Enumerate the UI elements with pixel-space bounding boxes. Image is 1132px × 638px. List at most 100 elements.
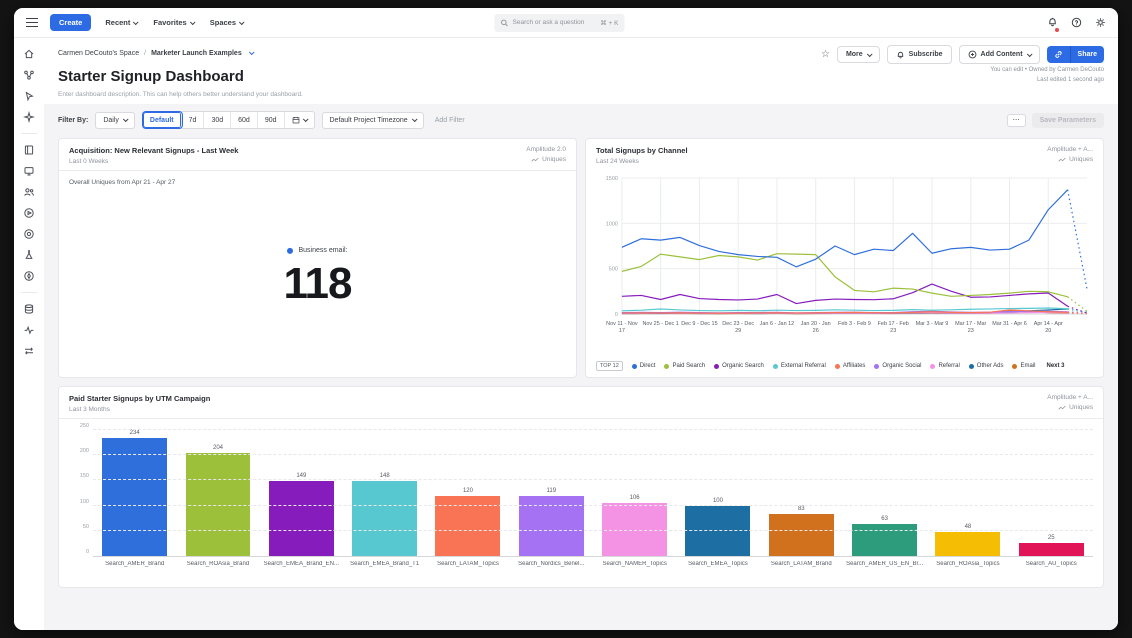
y-axis-tick-label: 1000 [606, 221, 618, 227]
cursor-click-icon[interactable] [23, 90, 35, 102]
x-axis-tick-label: Dec 9 - Dec 15 [681, 321, 717, 327]
favorite-star-icon[interactable]: ☆ [821, 49, 830, 60]
bar-slot: 149 [260, 419, 343, 556]
legend-item-referral[interactable]: Referral [930, 363, 959, 369]
legend-next-button[interactable]: Next 3 [1047, 363, 1065, 369]
legend-dot [969, 364, 974, 369]
home-icon[interactable] [23, 48, 35, 60]
custom-date-range-button[interactable] [285, 112, 314, 128]
flow-icon[interactable] [23, 345, 35, 357]
legend-item-direct[interactable]: Direct [632, 363, 656, 369]
favorites-menu[interactable]: Favorites [153, 18, 193, 27]
sparkle-icon[interactable] [23, 111, 35, 123]
legend-item-email[interactable]: Email [1012, 363, 1035, 369]
dashboard-description-input[interactable]: Enter dashboard description. This can he… [58, 91, 821, 98]
bar-Search_ROAsia_Topics[interactable] [935, 532, 1000, 556]
sitemap-icon[interactable] [23, 69, 35, 81]
search-input[interactable]: Search or ask a question ⌘ + K [495, 14, 625, 32]
filter-overflow-button[interactable]: ⋯ [1007, 114, 1026, 127]
favorites-menu-label: Favorites [153, 18, 186, 27]
x-axis-category-label: Search_ROAsia_Topics [926, 561, 1009, 567]
donut-icon[interactable] [23, 228, 35, 240]
kpi-card[interactable]: Acquisition: New Relevant Signups - Last… [58, 138, 577, 378]
recent-menu[interactable]: Recent [105, 18, 137, 27]
x-axis-tick-label: Mar 17 - Mar23 [955, 321, 986, 334]
y-axis-tick-label: 50 [67, 524, 89, 530]
chevron-down-icon [1026, 51, 1032, 57]
search-shortcut: ⌘ + K [600, 19, 618, 27]
bar-card-title: Paid Starter Signups by UTM Campaign [69, 394, 210, 403]
help-icon[interactable] [1071, 17, 1082, 28]
kpi-card-body: Overall Uniques from Apr 21 - Apr 27 Bus… [59, 171, 576, 377]
kpi-card-title: Acquisition: New Relevant Signups - Last… [69, 146, 238, 155]
kpi-series-label: Business email: [298, 247, 347, 254]
interval-value: Daily [103, 117, 119, 124]
interval-dropdown[interactable]: Daily [95, 112, 135, 129]
bar-Search_EMEA_Brand_EN...[interactable] [269, 481, 334, 556]
subscribe-button[interactable]: Subscribe [887, 45, 952, 64]
legend-item-organic-social[interactable]: Organic Social [874, 363, 921, 369]
line-card-subtitle: Last 24 Weeks [596, 158, 688, 165]
create-button[interactable]: Create [50, 14, 91, 31]
bar-slot: 119 [510, 419, 593, 556]
legend-item-organic-search[interactable]: Organic Search [714, 363, 764, 369]
line-series-direct[interactable] [622, 190, 1068, 267]
save-parameters-button[interactable]: Save Parameters [1032, 113, 1104, 128]
y-axis-tick-label: 0 [67, 549, 89, 555]
more-button[interactable]: More [837, 46, 880, 63]
line-series-paid-search[interactable] [622, 254, 1068, 297]
x-axis-tick-label: Mar 3 - Mar 9 [916, 321, 949, 327]
line-series-organic-search[interactable] [622, 284, 1068, 306]
line-chart-card[interactable]: Total Signups by Channel Last 24 Weeks A… [585, 138, 1104, 378]
range-option-60d[interactable]: 60d [231, 112, 258, 128]
line-chart: 050010001500Nov 11 - Nov17Nov 25 - Dec 1… [596, 172, 1093, 350]
range-option-90d[interactable]: 90d [258, 112, 285, 128]
compass-icon[interactable] [23, 270, 35, 282]
bar-chart-card[interactable]: Paid Starter Signups by UTM Campaign Las… [58, 386, 1104, 588]
spaces-menu-label: Spaces [210, 18, 236, 27]
range-option-default[interactable]: Default [143, 112, 182, 128]
breadcrumb-chevron-icon[interactable] [249, 49, 255, 55]
breadcrumb-space[interactable]: Carmen DeCouto's Space [58, 50, 139, 57]
pulse-icon[interactable] [23, 324, 35, 336]
users-icon[interactable] [23, 186, 35, 198]
legend-label: Affiliates [843, 363, 866, 369]
flask-icon[interactable] [23, 249, 35, 261]
filter-bar: Filter By: Daily Default7d30d60d90d Defa… [58, 111, 1104, 129]
notebook-icon[interactable] [23, 144, 35, 156]
y-axis-tick-label: 150 [67, 473, 89, 479]
database-icon[interactable] [23, 303, 35, 315]
settings-gear-icon[interactable] [1095, 17, 1106, 28]
range-option-7d[interactable]: 7d [182, 112, 205, 128]
copy-link-button[interactable] [1047, 46, 1071, 63]
bar-slot: 120 [426, 419, 509, 556]
kpi-value: 118 [284, 262, 352, 306]
breadcrumb-page[interactable]: Marketer Launch Examples [151, 50, 242, 57]
timezone-dropdown[interactable]: Default Project Timezone [322, 112, 424, 129]
main-area: Carmen DeCouto's Space / Marketer Launch… [44, 38, 1118, 630]
bar-Search_AU_Topics[interactable] [1019, 543, 1084, 556]
monitor-icon[interactable] [23, 165, 35, 177]
legend-label: Organic Social [882, 363, 921, 369]
legend-item-other-ads[interactable]: Other Ads [969, 363, 1004, 369]
bar-Search_AMER_Brand[interactable] [102, 438, 167, 556]
x-axis-tick-label: Nov 11 - Nov17 [606, 321, 638, 334]
add-content-button[interactable]: Add Content [959, 45, 1040, 64]
legend-label: Direct [640, 363, 656, 369]
legend-item-external-referral[interactable]: External Referral [773, 363, 826, 369]
share-label: Share [1078, 51, 1097, 58]
play-circle-icon[interactable] [23, 207, 35, 219]
notifications-button[interactable] [1047, 14, 1058, 32]
share-button[interactable]: Share [1071, 46, 1104, 63]
search-icon [501, 19, 509, 27]
bar-value-label: 204 [213, 445, 223, 451]
legend-label: Email [1020, 363, 1035, 369]
hamburger-menu-icon[interactable] [26, 18, 38, 27]
spaces-menu[interactable]: Spaces [210, 18, 243, 27]
legend-item-affiliates[interactable]: Affiliates [835, 363, 866, 369]
bar-Search_LATAM_Brand[interactable] [769, 514, 834, 556]
range-option-30d[interactable]: 30d [204, 112, 231, 128]
add-filter-button[interactable]: Add Filter [435, 117, 465, 124]
legend-item-paid-search[interactable]: Paid Search [664, 363, 705, 369]
bar-Search_EMEA_Brand_T1[interactable] [352, 481, 417, 556]
